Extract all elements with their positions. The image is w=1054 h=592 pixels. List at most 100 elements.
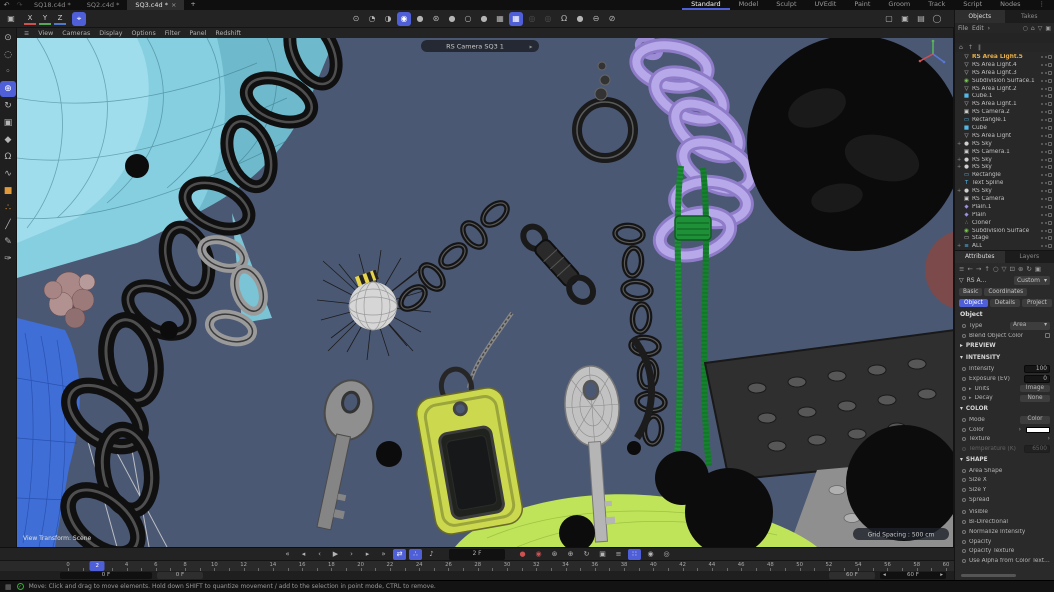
- menu-overflow-icon[interactable]: ›: [988, 25, 990, 32]
- render-region-icon[interactable]: ◔: [365, 12, 379, 26]
- enable-checkbox[interactable]: [1048, 79, 1052, 83]
- sculpt-pen-tool[interactable]: ✑: [0, 251, 16, 267]
- object-toggles[interactable]: [1041, 79, 1052, 83]
- next-frame-button[interactable]: ›: [345, 549, 358, 560]
- character-icon[interactable]: ⊛: [429, 12, 443, 26]
- enable-checkbox[interactable]: [1048, 126, 1052, 130]
- attribute-row[interactable]: Normalize Intensity: [955, 527, 1054, 537]
- visibility-dot[interactable]: [1041, 119, 1043, 121]
- visibility-dot[interactable]: [1045, 127, 1047, 129]
- visibility-dot[interactable]: [1041, 214, 1043, 216]
- visibility-dot[interactable]: [1045, 135, 1047, 137]
- keyframe-settings-button[interactable]: ⊛: [548, 549, 561, 560]
- object-toggles[interactable]: [1041, 213, 1052, 217]
- object-row[interactable]: ▽RS Area Light: [955, 132, 1054, 140]
- visibility-dot[interactable]: [1045, 245, 1047, 247]
- redo-icon[interactable]: ↷: [13, 1, 26, 9]
- visibility-dot[interactable]: [1045, 119, 1047, 121]
- play-button[interactable]: ▶: [329, 549, 342, 560]
- frame-field[interactable]: 2 F: [449, 549, 505, 560]
- object-row[interactable]: ▽RS Area Light.2: [955, 85, 1054, 93]
- enable-checkbox[interactable]: [1048, 236, 1052, 240]
- undo-icon[interactable]: ↶: [0, 1, 13, 9]
- attribute-row[interactable]: Size X: [955, 476, 1054, 486]
- layout-tab-track[interactable]: Track: [919, 0, 954, 10]
- axis-mode-button[interactable]: ⌖: [72, 12, 86, 26]
- layout-tab-sculpt[interactable]: Sculpt: [767, 0, 805, 10]
- intensity-control[interactable]: 100: [1024, 365, 1050, 373]
- object-row[interactable]: ▽RS Area Light.3: [955, 69, 1054, 77]
- object-toggles[interactable]: [1041, 244, 1052, 248]
- keyframe-dot[interactable]: [962, 540, 966, 544]
- key-pla-button[interactable]: ∷: [628, 549, 641, 560]
- object-toggles[interactable]: [1041, 87, 1052, 91]
- tab-attributes[interactable]: Attributes: [955, 251, 1005, 263]
- preset-dropdown[interactable]: Custom ▾: [1014, 276, 1050, 285]
- object-row[interactable]: ▣RS Camera.2: [955, 108, 1054, 116]
- viewport-menu-options[interactable]: Options: [131, 30, 155, 37]
- keyframe-dot[interactable]: [962, 324, 966, 328]
- visibility-dot[interactable]: [1045, 214, 1047, 216]
- keyframe-dot[interactable]: [962, 447, 966, 451]
- keyframe-dot[interactable]: [962, 418, 966, 422]
- object-row[interactable]: ▭Stage: [955, 234, 1054, 242]
- object-toggles[interactable]: [1041, 189, 1052, 193]
- object-toggles[interactable]: [1041, 55, 1052, 59]
- visibility-dot[interactable]: [1045, 80, 1047, 82]
- visibility-dot[interactable]: [1041, 182, 1043, 184]
- knife-tool[interactable]: ╱: [0, 217, 16, 233]
- viewport-menu-cameras[interactable]: Cameras: [62, 30, 90, 37]
- close-tab-icon[interactable]: ×: [171, 0, 176, 10]
- back-icon[interactable]: ←: [967, 265, 972, 273]
- popout-icon[interactable]: ▣: [1035, 265, 1041, 273]
- forward-icon[interactable]: →: [976, 265, 981, 273]
- expand-arrow-icon[interactable]: ›: [1048, 436, 1050, 442]
- object-toggles[interactable]: [1041, 71, 1052, 75]
- layout-tab-paint[interactable]: Paint: [845, 0, 879, 10]
- units-control[interactable]: Image: [1020, 385, 1050, 393]
- attribute-row[interactable]: Area Shape: [955, 466, 1054, 476]
- live-selection-tool[interactable]: ⊙: [0, 30, 16, 46]
- sound-button[interactable]: ♪: [425, 549, 438, 560]
- enable-checkbox[interactable]: [1048, 102, 1052, 106]
- refresh-icon[interactable]: ↻: [1026, 265, 1031, 273]
- keyframe-dot[interactable]: [962, 387, 966, 391]
- lock-icon[interactable]: ⊡: [1009, 265, 1014, 273]
- visibility-dot[interactable]: [1045, 143, 1047, 145]
- enable-checkbox[interactable]: [1048, 244, 1052, 248]
- viewport-canvas[interactable]: RS Camera SQ3 1 ▸ View Transform: Scene …: [17, 38, 953, 547]
- attribute-row[interactable]: Intensity100: [955, 364, 1054, 374]
- visibility-dot[interactable]: [1045, 222, 1047, 224]
- color-control[interactable]: [1026, 427, 1050, 433]
- visibility-dot[interactable]: [1045, 230, 1047, 232]
- file-tab[interactable]: SQ2.c4d *: [79, 0, 128, 10]
- expand-icon[interactable]: +: [957, 243, 961, 249]
- axis-lock-z[interactable]: Z: [54, 12, 66, 25]
- object-toggles[interactable]: [1041, 165, 1052, 169]
- prev-key-button[interactable]: ◂: [297, 549, 310, 560]
- enable-checkbox[interactable]: [1048, 197, 1052, 201]
- object-row[interactable]: ∴Cloner: [955, 219, 1054, 227]
- object-row[interactable]: ▽RS Area Light.4: [955, 61, 1054, 69]
- visibility-dot[interactable]: [1045, 159, 1047, 161]
- type-control[interactable]: Area▾: [1010, 322, 1050, 330]
- layout-tab-nodes[interactable]: Nodes: [991, 0, 1029, 10]
- enable-checkbox[interactable]: [1048, 142, 1052, 146]
- attribute-row[interactable]: ▸DecayNone: [955, 393, 1054, 403]
- layout-tab-groom[interactable]: Groom: [879, 0, 919, 10]
- attribute-row[interactable]: Color›: [955, 425, 1054, 435]
- move-tool[interactable]: ⊕: [0, 81, 16, 97]
- object-row[interactable]: +●RS Sky: [955, 156, 1054, 164]
- viewport-menu-view[interactable]: View: [38, 30, 53, 37]
- tab-layers[interactable]: Layers: [1005, 251, 1054, 263]
- viewport-menu-panel[interactable]: Panel: [189, 30, 206, 37]
- layout-tab-standard[interactable]: Standard: [682, 0, 730, 10]
- keyframe-dot[interactable]: [962, 367, 966, 371]
- render-marker-a-button[interactable]: ◉: [644, 549, 657, 560]
- tweak-tool[interactable]: ◦: [0, 64, 16, 80]
- object-toggles[interactable]: [1041, 236, 1052, 240]
- object-toggles[interactable]: [1041, 110, 1052, 114]
- enable-checkbox[interactable]: [1048, 63, 1052, 67]
- gear-icon[interactable]: ⊛: [1018, 265, 1023, 273]
- object-row[interactable]: ▣RS Camera.1: [955, 148, 1054, 156]
